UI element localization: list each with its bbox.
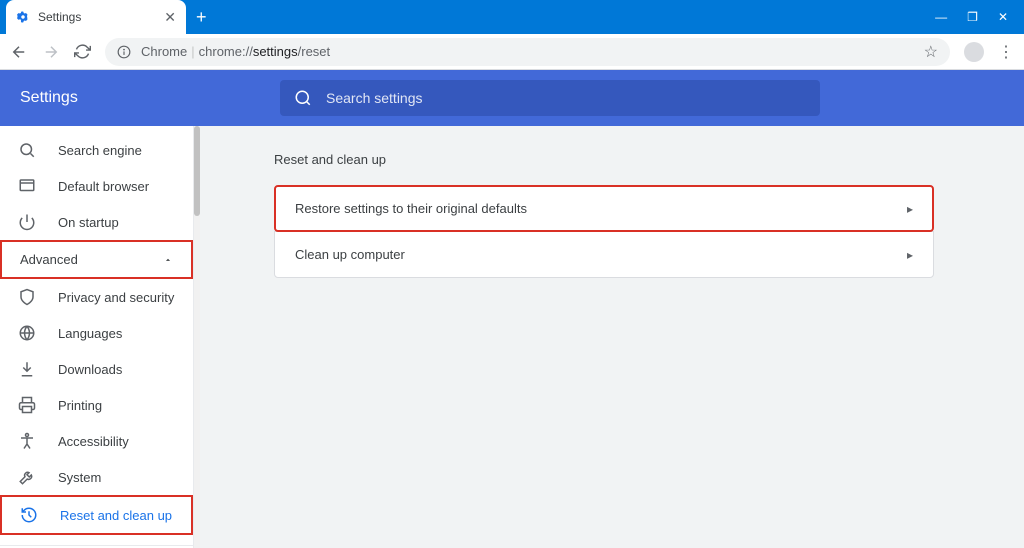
sidebar-item-downloads[interactable]: Downloads [0,351,193,387]
bookmark-star-icon[interactable]: ☆ [924,42,938,62]
sidebar-item-label: System [58,470,101,485]
search-icon [18,141,36,159]
card-label: Clean up computer [295,247,405,262]
omnibox-prefix: Chrome [141,44,187,59]
sidebar-advanced-header[interactable]: Advanced [0,240,193,279]
browser-icon [18,177,36,195]
sidebar-item-search-engine[interactable]: Search engine [0,132,193,168]
settings-search[interactable] [280,80,820,116]
card-clean-up[interactable]: Clean up computer ▸ [274,231,934,278]
address-bar[interactable]: Chrome | chrome://settings/reset ☆ [105,38,950,66]
chevron-right-icon: ▸ [907,202,913,216]
sidebar-item-label: Reset and clean up [60,508,172,523]
card-label: Restore settings to their original defau… [295,201,527,216]
accessibility-icon [18,432,36,450]
kebab-menu-icon[interactable]: ⋮ [998,42,1014,62]
sidebar-item-label: Printing [58,398,102,413]
restore-icon [20,506,38,524]
sidebar-item-label: Privacy and security [58,290,174,305]
sidebar-item-label: Languages [58,326,122,341]
chevron-up-icon [163,255,173,265]
browser-toolbar: Chrome | chrome://settings/reset ☆ ⋮ [0,34,1024,70]
forward-button[interactable] [42,43,60,61]
wrench-icon [18,468,36,486]
globe-icon [18,324,36,342]
tab-title: Settings [38,10,156,24]
sidebar-scrollbar[interactable] [194,126,200,548]
sidebar-item-label: On startup [58,215,119,230]
sidebar-item-system[interactable]: System [0,459,193,495]
card-restore-defaults[interactable]: Restore settings to their original defau… [274,185,934,232]
page-title: Settings [20,89,260,107]
download-icon [18,360,36,378]
gear-icon [16,10,30,24]
sidebar-item-reset[interactable]: Reset and clean up [0,495,193,535]
chevron-right-icon: ▸ [907,248,913,262]
reload-button[interactable] [74,43,91,60]
sidebar-item-languages[interactable]: Languages [0,315,193,351]
maximize-icon[interactable]: ❐ [967,10,978,24]
close-icon[interactable]: ✕ [998,10,1008,24]
minimize-icon[interactable]: — [935,10,947,24]
profile-avatar[interactable] [964,42,984,62]
new-tab-button[interactable]: + [196,7,207,28]
search-input[interactable] [326,90,806,106]
browser-tab[interactable]: Settings ✕ [6,0,186,34]
sidebar-item-privacy[interactable]: Privacy and security [0,279,193,315]
power-icon [18,213,36,231]
sidebar-item-label: Downloads [58,362,122,377]
settings-header: Settings [0,70,1024,126]
window-titlebar: Settings ✕ + — ❐ ✕ [0,0,1024,34]
search-icon [294,89,312,107]
sidebar-item-default-browser[interactable]: Default browser [0,168,193,204]
sidebar-item-label: Default browser [58,179,149,194]
window-controls: — ❐ ✕ [935,10,1024,24]
main-content: Reset and clean up Restore settings to t… [200,126,1024,548]
shield-icon [18,288,36,306]
sidebar-item-on-startup[interactable]: On startup [0,204,193,240]
sidebar-item-label: Accessibility [58,434,129,449]
sidebar-item-accessibility[interactable]: Accessibility [0,423,193,459]
back-button[interactable] [10,43,28,61]
tab-close-icon[interactable]: ✕ [164,9,176,26]
info-icon [117,45,131,59]
advanced-label: Advanced [20,252,78,267]
section-title: Reset and clean up [274,152,934,167]
sidebar-item-printing[interactable]: Printing [0,387,193,423]
settings-sidebar: Search engine Default browser On startup… [0,126,194,548]
sidebar-item-label: Search engine [58,143,142,158]
print-icon [18,396,36,414]
